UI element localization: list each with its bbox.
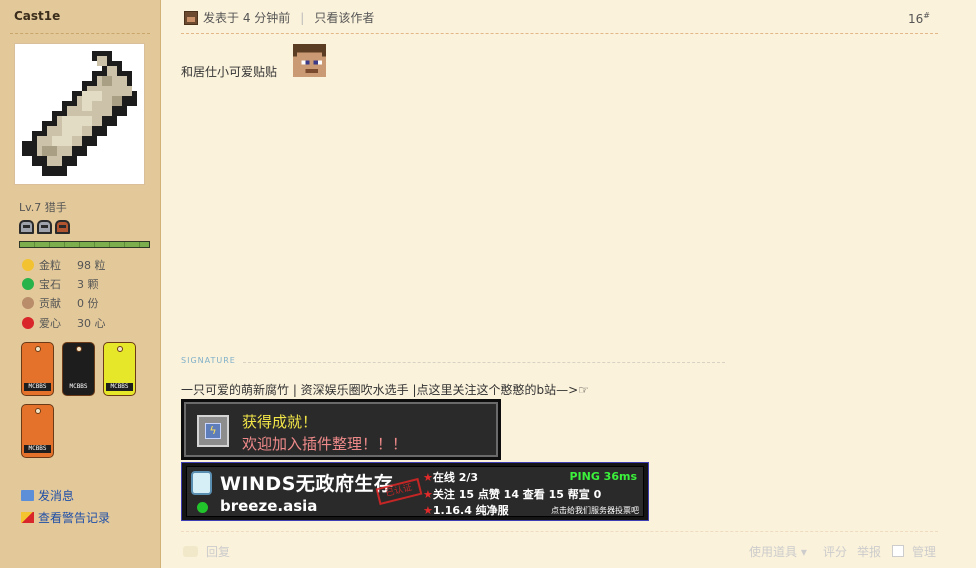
stat-value: 0 份 xyxy=(77,297,99,310)
badge-tag: MCBBS xyxy=(24,383,51,391)
floor-number[interactable]: 16# xyxy=(908,11,930,26)
use-item-button[interactable]: 使用道具 ▾ xyxy=(749,543,807,560)
server-logo-icon xyxy=(191,471,212,495)
stat-gold: 金粒 98 粒 xyxy=(22,257,106,273)
badge-pickaxe-icon[interactable]: MCBBS xyxy=(103,342,136,396)
lightning-icon: ϟ xyxy=(205,423,221,439)
post-content: 和居仕小可爱贴贴 xyxy=(181,65,278,79)
stat-value: 3 颗 xyxy=(77,278,99,291)
map-item-avatar-icon xyxy=(22,51,137,176)
view-warnings-link[interactable]: 查看警告记录 xyxy=(21,509,110,526)
meta-separator: | xyxy=(300,10,305,25)
stat-label: 金粒 xyxy=(39,259,61,272)
achievement-banner[interactable]: ϟ 获得成就！ 欢迎加入插件整理！！！ xyxy=(181,399,501,460)
helmet-icon xyxy=(19,220,34,234)
achievement-title: 获得成就！ xyxy=(242,413,318,431)
online-status-icon xyxy=(197,502,208,513)
server-version-text: 1.16.4 纯净服 xyxy=(432,504,509,517)
experience-bar xyxy=(19,241,150,248)
manage-checkbox[interactable] xyxy=(892,545,904,557)
rate-button[interactable]: 评分 xyxy=(823,543,847,560)
achievement-frame: ϟ xyxy=(197,415,229,447)
rank-helmets xyxy=(19,220,70,234)
stat-value: 30 心 xyxy=(77,317,106,330)
server-follow: ★关注 15 点赞 14 查看 15 帮宣 0 xyxy=(423,486,601,502)
emerald-icon xyxy=(22,278,34,290)
signature-text[interactable]: 一只可爱的萌新腐竹 | 资深娱乐圈吹水选手 |点这里关注这个憨憨的b站—>☞ xyxy=(181,381,589,398)
badge-tag: MCBBS xyxy=(65,383,92,391)
stat-contribution: 贡献 0 份 xyxy=(22,295,99,311)
badge-tag: MCBBS xyxy=(24,445,51,453)
warning-card-icon xyxy=(21,512,34,523)
signature-label: SIGNATURE xyxy=(181,356,236,365)
stat-label: 宝石 xyxy=(39,278,61,291)
username[interactable]: Cast1e xyxy=(14,9,60,23)
server-host: breeze.asia xyxy=(220,497,318,515)
only-author-link[interactable]: 只看该作者 xyxy=(314,9,374,26)
user-sidebar: Cast1e Lv.7 猎手 金粒 98 粒 宝石 3 颗 贡献 0 份 爱心 … xyxy=(0,0,161,568)
achievement-desc: 欢迎加入插件整理！！！ xyxy=(242,435,408,453)
post-time: 发表于 4 分钟前 xyxy=(203,11,291,25)
stat-gem: 宝石 3 颗 xyxy=(22,276,99,292)
divider xyxy=(181,33,938,34)
server-follow-text: 关注 15 点赞 14 查看 15 帮宣 0 xyxy=(432,488,602,501)
author-avatar-icon[interactable] xyxy=(184,10,198,25)
divider xyxy=(181,531,938,532)
helmet-icon xyxy=(55,220,70,234)
send-message-link[interactable]: 发消息 xyxy=(21,487,74,504)
apple-icon xyxy=(22,317,34,329)
divider xyxy=(243,362,725,363)
star-icon: ★ xyxy=(423,471,433,484)
report-button[interactable]: 举报 xyxy=(857,543,881,560)
server-name: WINDS无政府生存 xyxy=(220,473,394,495)
steve-face-sticker-icon xyxy=(293,44,326,77)
badge-steve-icon[interactable]: MCBBS xyxy=(62,342,95,396)
divider xyxy=(10,33,150,34)
cookie-icon xyxy=(22,297,34,309)
floor-value: 16 xyxy=(908,12,924,26)
server-ping: PING 36ms xyxy=(569,470,637,483)
server-banner[interactable]: WINDS无政府生存 breeze.asia 已认证 ★在线 2/3 ★关注 1… xyxy=(181,462,649,521)
view-warnings-label: 查看警告记录 xyxy=(38,511,111,525)
star-icon: ★ xyxy=(423,488,433,501)
reply-label: 回复 xyxy=(206,545,231,559)
envelope-icon xyxy=(21,490,34,501)
server-vote-link[interactable]: 点击给我们服务器投票吧 xyxy=(551,505,639,516)
badge-wheat-icon[interactable]: MCBBS xyxy=(21,404,54,458)
post-meta: 发表于 4 分钟前 | 只看该作者 xyxy=(184,9,374,26)
helmet-icon xyxy=(37,220,52,234)
badge-tag: MCBBS xyxy=(106,383,133,391)
stat-value: 98 粒 xyxy=(77,259,106,272)
star-icon: ★ xyxy=(423,504,433,517)
user-level[interactable]: Lv.7 猎手 xyxy=(19,199,67,215)
server-version: ★1.16.4 纯净服 xyxy=(423,502,509,518)
stat-label: 贡献 xyxy=(39,297,61,310)
server-online: ★在线 2/3 xyxy=(423,469,478,485)
avatar[interactable] xyxy=(14,43,145,185)
floor-mark: # xyxy=(923,11,930,20)
gold-nugget-icon xyxy=(22,259,34,271)
badge-orange-icon[interactable]: MCBBS xyxy=(21,342,54,396)
manage-label[interactable]: 管理 xyxy=(912,543,936,560)
stat-label: 爱心 xyxy=(39,317,61,330)
server-banner-body: WINDS无政府生存 breeze.asia 已认证 ★在线 2/3 ★关注 1… xyxy=(186,466,644,517)
reply-icon xyxy=(183,546,198,557)
reply-button[interactable]: 回复 xyxy=(183,543,230,560)
send-message-label: 发消息 xyxy=(38,489,75,503)
stat-hearts: 爱心 30 心 xyxy=(22,315,106,331)
server-online-text: 在线 2/3 xyxy=(432,471,479,484)
